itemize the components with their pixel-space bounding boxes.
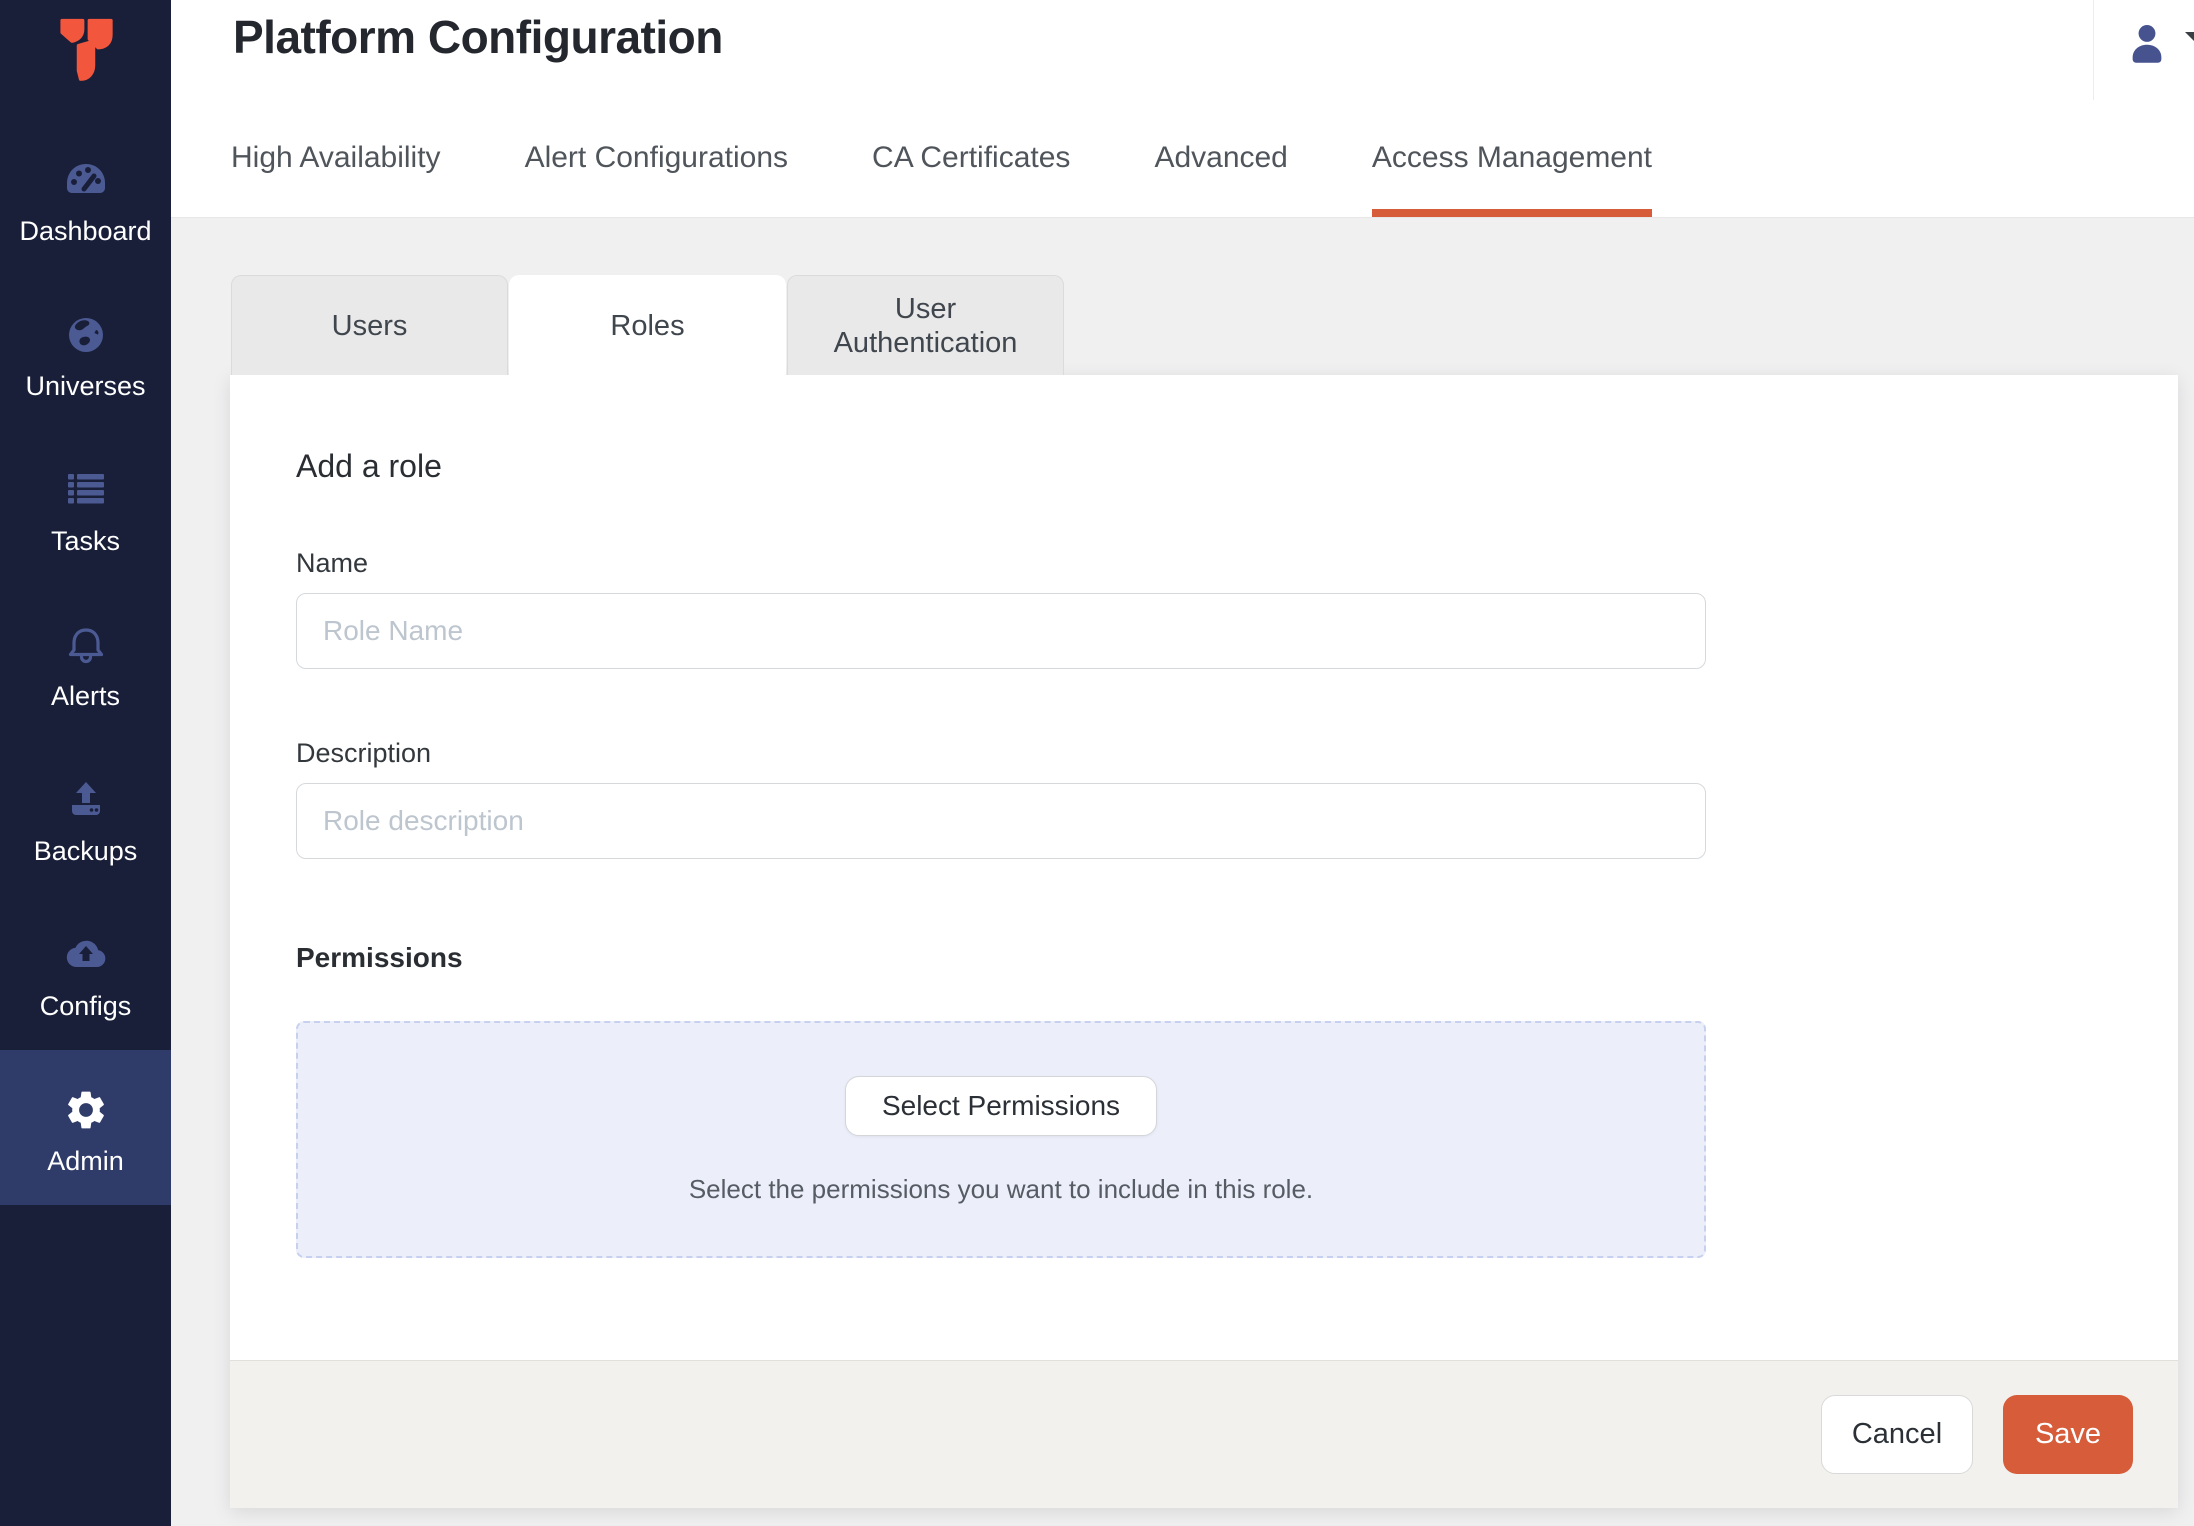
sidebar: Dashboard Universes [0,0,171,1526]
subtab-user-authentication[interactable]: User Authentication [787,275,1064,375]
sidebar-item-backups[interactable]: Backups [0,740,171,895]
sidebar-item-dashboard[interactable]: Dashboard [0,120,171,275]
tab-alert-configurations[interactable]: Alert Configurations [525,141,788,217]
permissions-dropzone: Select Permissions Select the permission… [296,1021,1706,1258]
backup-upload-icon [62,776,110,824]
user-menu-button[interactable] [2124,20,2170,66]
select-permissions-button[interactable]: Select Permissions [845,1076,1157,1136]
sidebar-item-universes[interactable]: Universes [0,275,171,430]
main-area: Platform Configuration High Availability… [171,0,2194,1526]
chevron-down-icon[interactable] [2185,32,2194,50]
role-name-input[interactable] [296,593,1706,669]
tab-high-availability[interactable]: High Availability [231,141,441,217]
name-label: Name [296,547,2178,579]
sidebar-item-label: Admin [47,1146,124,1176]
header-divider [2093,0,2094,100]
subtab-users[interactable]: Users [231,275,508,375]
user-icon [2124,53,2170,70]
form-heading: Add a role [296,447,2178,485]
save-button[interactable]: Save [2003,1395,2133,1474]
sidebar-item-alerts[interactable]: Alerts [0,585,171,740]
sidebar-item-label: Configs [40,991,132,1021]
sidebar-item-label: Universes [25,371,145,401]
sidebar-nav: Dashboard Universes [0,120,171,1205]
globe-icon [62,311,110,359]
bell-icon [62,621,110,669]
add-role-form: Add a role Name Description Permissions … [230,375,2178,1360]
content-area: Users Roles User Authentication Add a ro… [171,218,2194,1526]
permissions-heading: Permissions [296,941,2178,975]
configuration-tabs: High Availability Alert Configurations C… [231,141,1652,217]
permissions-helper-text: Select the permissions you want to inclu… [689,1174,1313,1205]
access-management-subtabs: Users Roles User Authentication [231,275,1064,375]
tab-ca-certificates[interactable]: CA Certificates [872,141,1070,217]
yugabyte-logo-icon [53,14,119,93]
page-title: Platform Configuration [233,10,723,64]
description-label: Description [296,737,2178,769]
subtab-roles[interactable]: Roles [509,275,786,375]
task-list-icon [62,466,110,514]
sidebar-item-admin[interactable]: Admin [0,1050,171,1205]
cloud-upload-icon [62,931,110,979]
tab-access-management[interactable]: Access Management [1372,141,1652,217]
sidebar-item-label: Alerts [51,681,120,711]
sidebar-item-label: Tasks [51,526,120,556]
role-description-input[interactable] [296,783,1706,859]
form-footer: Cancel Save [230,1360,2178,1508]
app-window: Dashboard Universes [0,0,2194,1526]
yugabyte-logo[interactable] [0,14,171,93]
sidebar-item-tasks[interactable]: Tasks [0,430,171,585]
page-header: Platform Configuration High Availability… [171,0,2194,218]
sidebar-item-label: Dashboard [19,216,151,246]
tab-advanced[interactable]: Advanced [1154,141,1287,217]
sidebar-item-configs[interactable]: Configs [0,895,171,1050]
gear-icon [62,1086,110,1134]
cancel-button[interactable]: Cancel [1821,1395,1973,1474]
sidebar-item-label: Backups [34,836,138,866]
add-role-panel: Add a role Name Description Permissions … [230,375,2178,1508]
dashboard-gauge-icon [62,156,110,204]
